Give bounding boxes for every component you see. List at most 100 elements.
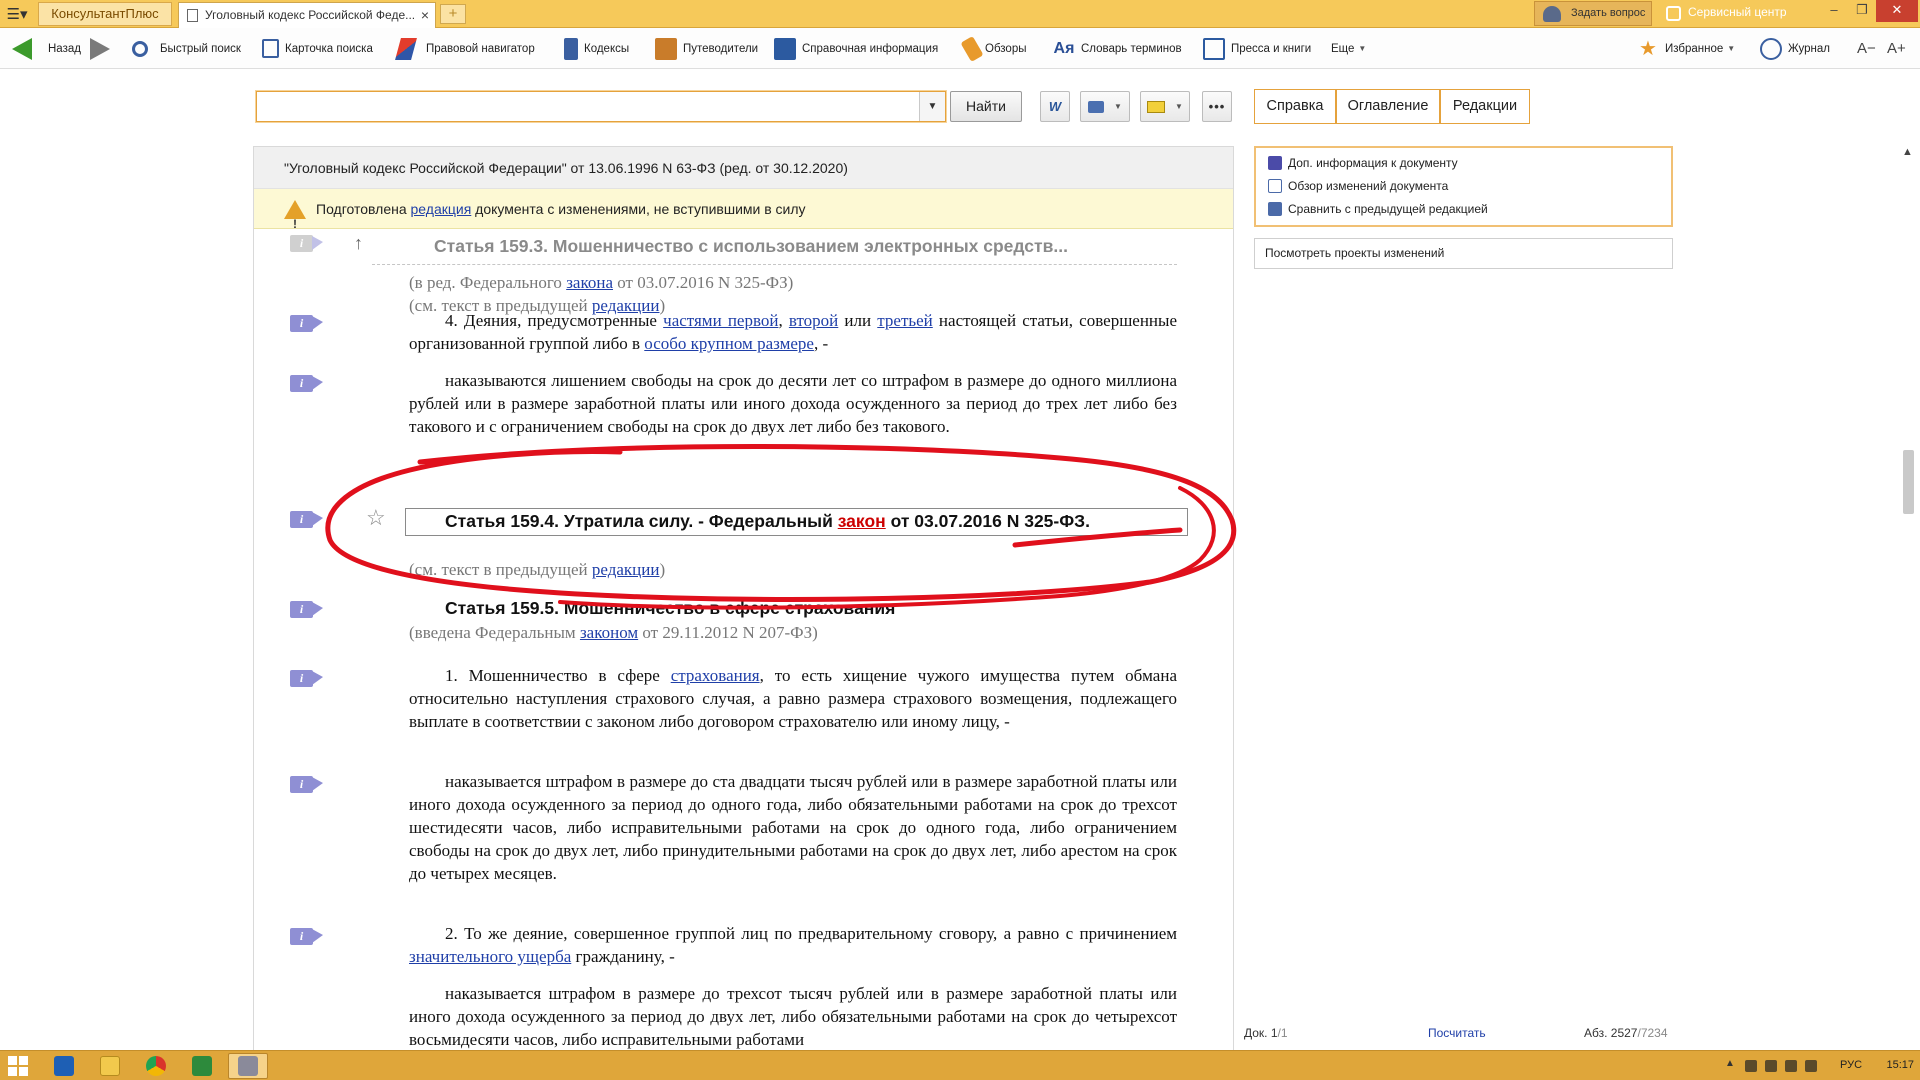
start-button[interactable] — [8, 1056, 28, 1076]
guides-button[interactable]: Путеводители — [655, 28, 758, 69]
legal-navigator-button[interactable]: Правовой навигатор — [395, 28, 535, 69]
count-link[interactable]: Посчитать — [1428, 1026, 1486, 1040]
chevron-down-icon: ▼ — [1727, 44, 1736, 53]
tab-contents[interactable]: Оглавление — [1336, 89, 1440, 124]
network-icon[interactable] — [1785, 1060, 1797, 1072]
info-icon[interactable]: i — [290, 601, 323, 618]
main-menu-button[interactable]: ☰▾ — [2, 3, 32, 25]
forward-button[interactable] — [90, 28, 116, 69]
info-icon[interactable]: i — [290, 776, 323, 793]
tray-app-icon[interactable] — [1745, 1060, 1757, 1072]
changes-review-link[interactable]: Обзор изменений документа — [1268, 176, 1448, 196]
insurance-link[interactable]: страхования — [671, 666, 760, 685]
taskbar-chrome[interactable] — [136, 1053, 176, 1079]
highlight-button[interactable]: ▼ — [1140, 91, 1190, 122]
more-menu-button[interactable]: Еще ▼ — [1331, 28, 1366, 69]
tab-editions[interactable]: Редакции — [1440, 89, 1530, 124]
minimize-button[interactable]: – — [1820, 0, 1848, 22]
up-arrow-icon[interactable]: ↑ — [354, 233, 363, 254]
clock[interactable]: 15:17 — [1858, 1059, 1914, 1071]
reviews-button[interactable]: Обзоры — [960, 28, 1027, 69]
service-center-button[interactable]: Сервисный центр — [1662, 1, 1822, 26]
taskbar-consultant[interactable] — [228, 1053, 268, 1079]
hamburger-icon: ☰▾ — [6, 6, 28, 23]
especially-large-amount-link[interactable]: особо крупном размере — [644, 334, 814, 353]
dictionary-button[interactable]: Ая Словарь терминов — [1053, 28, 1182, 69]
taskbar-app[interactable] — [182, 1053, 222, 1079]
doc-label: Док. 1 — [1244, 1026, 1278, 1040]
part-three-link[interactable]: третьей — [877, 311, 933, 330]
taskbar-outlook[interactable] — [44, 1053, 84, 1079]
repealing-law-link[interactable]: закон — [838, 511, 886, 531]
search-card-button[interactable]: Карточка поиска — [262, 28, 373, 69]
document-info-panel: Доп. информация к документу Обзор измене… — [1254, 146, 1673, 227]
volume-icon[interactable] — [1805, 1060, 1817, 1072]
journal-button[interactable]: Журнал — [1760, 28, 1830, 69]
legal-navigator-label: Правовой навигатор — [426, 42, 535, 55]
reference-info-button[interactable]: Справочная информация — [774, 28, 938, 69]
quick-search-label: Быстрый поиск — [160, 42, 241, 55]
info-icon[interactable]: i — [290, 235, 323, 252]
print-button[interactable]: ▼ — [1080, 91, 1130, 122]
find-button[interactable]: Найти — [950, 91, 1022, 122]
additional-info-link[interactable]: Доп. информация к документу — [1268, 153, 1458, 173]
doc-total: /1 — [1277, 1026, 1288, 1040]
codes-button[interactable]: Кодексы — [564, 28, 629, 69]
taskbar-explorer[interactable] — [90, 1053, 130, 1079]
prev-edition-link[interactable]: редакции — [592, 560, 660, 579]
document-pane: "Уголовный кодекс Российской Федерации" … — [253, 146, 1234, 1051]
article-159-5-title: Статья 159.5. Мошенничество в сфере стра… — [409, 597, 1177, 620]
more-actions-button[interactable]: ••• — [1202, 91, 1232, 122]
document-tab-title: Уголовный кодекс Российской Феде... — [205, 8, 416, 22]
close-tab-icon[interactable]: × — [421, 3, 429, 27]
info-icon[interactable]: i — [290, 315, 323, 332]
paragraph-text: наказывается штрафом в размере до трехсо… — [409, 984, 1177, 1049]
part-one-link[interactable]: частями первой — [663, 311, 778, 330]
scroll-up-arrow[interactable]: ▲ — [1902, 146, 1913, 158]
tray-app-icon[interactable] — [1765, 1060, 1777, 1072]
journal-label: Журнал — [1788, 42, 1830, 55]
law-link[interactable]: закона — [566, 273, 613, 292]
paragraph-text: , - — [813, 334, 829, 353]
chevron-down-icon: ▼ — [1358, 44, 1367, 53]
highlighter-icon — [1147, 100, 1166, 113]
back-button[interactable]: Назад — [12, 28, 81, 69]
favorite-star-icon[interactable]: ☆ — [366, 505, 386, 531]
font-decrease-button[interactable]: A− — [1857, 28, 1876, 69]
close-window-button[interactable]: ✕ — [1876, 0, 1918, 22]
reference-info-label: Справочная информация — [802, 42, 939, 55]
view-change-projects-button[interactable]: Посмотреть проекты изменений — [1254, 238, 1673, 269]
edition-warning-bar: Подготовлена редакция документа с измене… — [254, 189, 1233, 244]
article-title-text: Статья 159.4. Утратила силу. - Федеральн… — [445, 511, 838, 531]
significant-damage-link[interactable]: значительного ущерба — [409, 947, 571, 966]
reviews-label: Обзоры — [985, 42, 1027, 55]
tray-expand-icon[interactable]: ▲ — [1725, 1058, 1735, 1069]
info-icon[interactable]: i — [290, 928, 323, 945]
note-text: от 29.11.2012 N 207-ФЗ) — [638, 623, 818, 642]
info-icon[interactable]: i — [290, 511, 323, 528]
ask-question-button[interactable]: Задать вопрос — [1534, 1, 1652, 26]
press-button[interactable]: Пресса и книги — [1203, 28, 1311, 69]
law-link[interactable]: законом — [580, 623, 638, 642]
export-word-button[interactable]: W — [1040, 91, 1070, 122]
app-logo[interactable]: КонсультантПлюс — [38, 2, 172, 26]
edition-link[interactable]: редакция — [411, 201, 472, 217]
note-text: (в ред. Федерального — [409, 273, 567, 292]
restore-button[interactable]: ❐ — [1848, 0, 1876, 22]
new-tab-button[interactable]: + — [440, 4, 466, 24]
guides-signpost-icon — [655, 37, 677, 60]
compare-editions-link[interactable]: Сравнить с предыдущей редакцией — [1268, 199, 1488, 219]
font-increase-button[interactable]: A+ — [1887, 28, 1906, 69]
favorites-button[interactable]: ★ Избранное ▼ — [1637, 28, 1735, 69]
vertical-scrollbar-thumb[interactable] — [1903, 450, 1914, 514]
info-icon[interactable]: i — [290, 670, 323, 687]
chrome-icon — [146, 1056, 166, 1076]
search-history-dropdown[interactable]: ▼ — [919, 92, 945, 121]
part-two-link[interactable]: второй — [789, 311, 838, 330]
document-search-input[interactable] — [261, 96, 911, 117]
info-icon[interactable]: i — [290, 375, 323, 392]
quick-search-button[interactable]: Быстрый поиск — [132, 28, 241, 69]
main-toolbar: Назад Быстрый поиск Карточка поиска Прав… — [0, 28, 1920, 69]
tab-help[interactable]: Справка — [1254, 89, 1336, 124]
document-tab[interactable]: Уголовный кодекс Российской Феде... × — [178, 2, 436, 28]
